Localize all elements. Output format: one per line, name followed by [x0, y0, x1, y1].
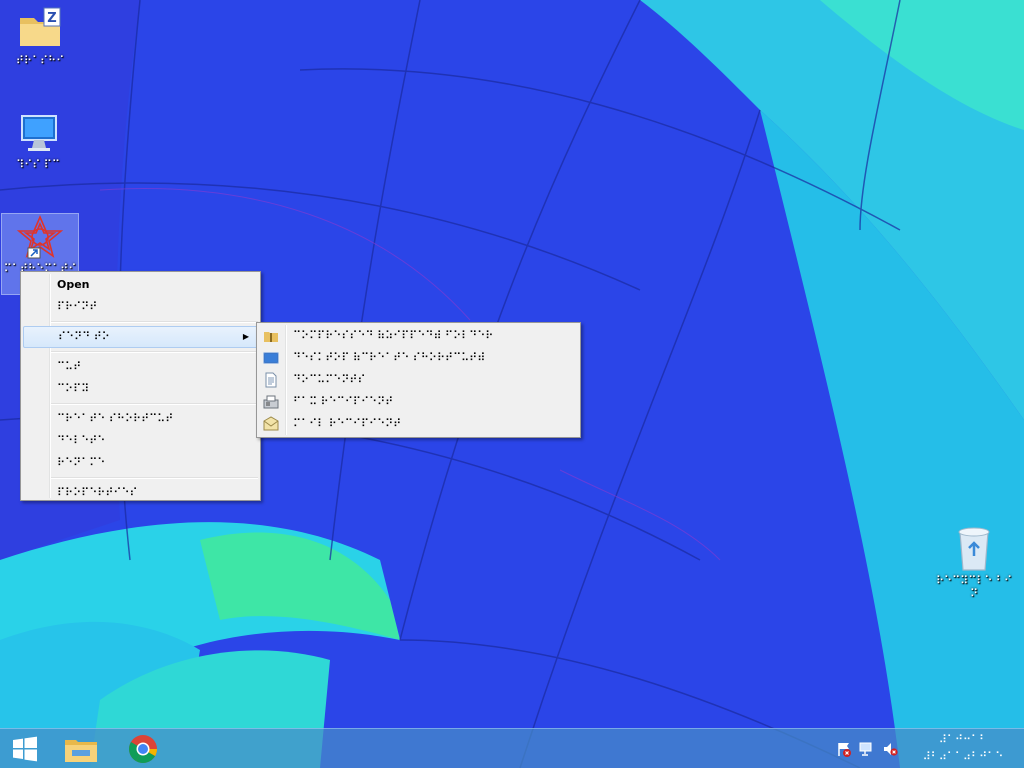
menu-item-label: ⠙⠑⠎⠅⠞⠕⠏ ⠷⠉⠗⠑⠁⠞⠑ ⠎⠓⠕⠗⠞⠉⠥⠞⠾: [293, 351, 486, 364]
menu-item-label: ⠙⠕⠉⠥⠍⠑⠝⠞⠎: [293, 373, 366, 386]
mathematica-star-icon: [16, 214, 64, 259]
menu-item-label: ⠉⠥⠞: [57, 360, 82, 373]
start-button[interactable]: [0, 729, 50, 768]
chrome-icon: [129, 735, 157, 763]
windows-logo-icon: [13, 736, 37, 762]
network-icon[interactable]: [858, 741, 874, 757]
menu-separator: [51, 477, 258, 479]
menu-item-cut[interactable]: ⠉⠥⠞: [23, 356, 258, 378]
menu-item-copy[interactable]: ⠉⠕⠏⠽: [23, 378, 258, 400]
desktop-icon-recycle-bin[interactable]: ⠗⠑⠉⠽⠉⠇⠑ ⠃⠊⠝: [936, 524, 1012, 600]
menu-item-label: ⠎⠑⠝⠙ ⠞⠕: [58, 330, 110, 343]
submenu-item-mail-recipient[interactable]: ⠍⠁⠊⠇ ⠗⠑⠉⠊⠏⠊⠑⠝⠞: [259, 413, 578, 435]
menu-item-label: ⠋⠁⠭ ⠗⠑⠉⠊⠏⠊⠑⠝⠞: [293, 395, 394, 408]
menu-item-label: ⠉⠕⠏⠽: [57, 382, 90, 395]
taskbar-chrome-button[interactable]: [120, 729, 166, 768]
context-menu: Open ⠏⠗⠊⠝⠞ ⠎⠑⠝⠙ ⠞⠕ ▶ ⠉⠥⠞ ⠉⠕⠏⠽ ⠉⠗⠑⠁⠞⠑ ⠎⠓⠕⠗…: [20, 271, 261, 501]
submenu-item-fax-recipient[interactable]: ⠋⠁⠭ ⠗⠑⠉⠊⠏⠊⠑⠝⠞: [259, 391, 578, 413]
menu-separator: [51, 351, 258, 353]
menu-item-create-shortcut[interactable]: ⠉⠗⠑⠁⠞⠑ ⠎⠓⠕⠗⠞⠉⠥⠞: [23, 408, 258, 430]
fax-icon: [263, 395, 279, 409]
folder-zip-icon: Z: [20, 7, 61, 46]
menu-item-label: ⠉⠗⠑⠁⠞⠑ ⠎⠓⠕⠗⠞⠉⠥⠞: [57, 412, 174, 425]
desktop-icon-label: ⠞⠗⠁⠎⠓⠊: [15, 54, 65, 67]
document-icon: [265, 372, 277, 388]
menu-item-print[interactable]: ⠏⠗⠊⠝⠞: [23, 296, 258, 318]
desktop-icon-label: ⠹⠊⠎ ⠏⠉: [16, 158, 60, 171]
clock-time: ⠼⠁⠚⠒⠁⠃: [938, 733, 988, 746]
submenu-item-documents[interactable]: ⠙⠕⠉⠥⠍⠑⠝⠞⠎: [259, 369, 578, 391]
send-to-submenu: ⠉⠕⠍⠏⠗⠑⠎⠎⠑⠙ ⠷⠵⠊⠏⠏⠑⠙⠾ ⠋⠕⠇⠙⠑⠗ ⠙⠑⠎⠅⠞⠕⠏ ⠷⠉⠗⠑⠁…: [256, 322, 581, 438]
desktop-icon-this-pc[interactable]: ⠹⠊⠎ ⠏⠉: [0, 112, 76, 171]
taskbar-file-explorer-button[interactable]: [58, 729, 104, 768]
taskbar-clock[interactable]: ⠼⠁⠚⠒⠁⠃ ⠼⠃⠴⠁⠁⠴⠃⠚⠁⠑: [918, 731, 1008, 765]
menu-item-label: ⠉⠕⠍⠏⠗⠑⠎⠎⠑⠙ ⠷⠵⠊⠏⠏⠑⠙⠾ ⠋⠕⠇⠙⠑⠗: [293, 329, 494, 342]
desktop-icon-label: ⠗⠑⠉⠽⠉⠇⠑ ⠃⠊⠝: [936, 574, 1013, 600]
submenu-item-desktop[interactable]: ⠙⠑⠎⠅⠞⠕⠏ ⠷⠉⠗⠑⠁⠞⠑ ⠎⠓⠕⠗⠞⠉⠥⠞⠾: [259, 347, 578, 369]
volume-muted-icon[interactable]: [882, 741, 898, 757]
menu-item-label: ⠍⠁⠊⠇ ⠗⠑⠉⠊⠏⠊⠑⠝⠞: [293, 417, 402, 430]
menu-item-delete[interactable]: ⠙⠑⠇⠑⠞⠑: [23, 430, 258, 452]
menu-item-label: ⠏⠗⠕⠏⠑⠗⠞⠊⠑⠎: [57, 486, 138, 499]
taskbar: ⠼⠁⠚⠒⠁⠃ ⠼⠃⠴⠁⠁⠴⠃⠚⠁⠑: [0, 728, 1024, 768]
menu-separator: [51, 321, 258, 323]
desktop-icon-folder[interactable]: Z ⠞⠗⠁⠎⠓⠊: [2, 4, 78, 67]
file-explorer-icon: [65, 740, 97, 762]
menu-item-send-to[interactable]: ⠎⠑⠝⠙ ⠞⠕ ▶: [23, 326, 258, 348]
menu-separator: [51, 403, 258, 405]
submenu-arrow-icon: ▶: [242, 332, 249, 341]
menu-item-label: ⠗⠑⠝⠁⠍⠑: [57, 456, 106, 469]
menu-item-open[interactable]: Open: [23, 274, 258, 296]
desktop-icon: [263, 352, 279, 364]
menu-item-properties[interactable]: ⠏⠗⠕⠏⠑⠗⠞⠊⠑⠎: [23, 482, 258, 504]
action-center-flag-icon[interactable]: [836, 741, 852, 757]
menu-item-label: ⠏⠗⠊⠝⠞: [57, 300, 98, 313]
recycle-bin-icon: [958, 527, 990, 571]
zip-folder-icon: [264, 332, 278, 342]
mail-icon: [263, 416, 279, 431]
svg-text:Z: Z: [47, 11, 56, 26]
computer-icon: [21, 115, 57, 151]
menu-item-label: Open: [57, 278, 90, 291]
clock-date: ⠼⠃⠴⠁⠁⠴⠃⠚⠁⠑: [922, 750, 1004, 763]
menu-item-rename[interactable]: ⠗⠑⠝⠁⠍⠑: [23, 452, 258, 474]
menu-item-label: ⠙⠑⠇⠑⠞⠑: [57, 434, 106, 447]
submenu-item-compressed-folder[interactable]: ⠉⠕⠍⠏⠗⠑⠎⠎⠑⠙ ⠷⠵⠊⠏⠏⠑⠙⠾ ⠋⠕⠇⠙⠑⠗: [259, 325, 578, 347]
